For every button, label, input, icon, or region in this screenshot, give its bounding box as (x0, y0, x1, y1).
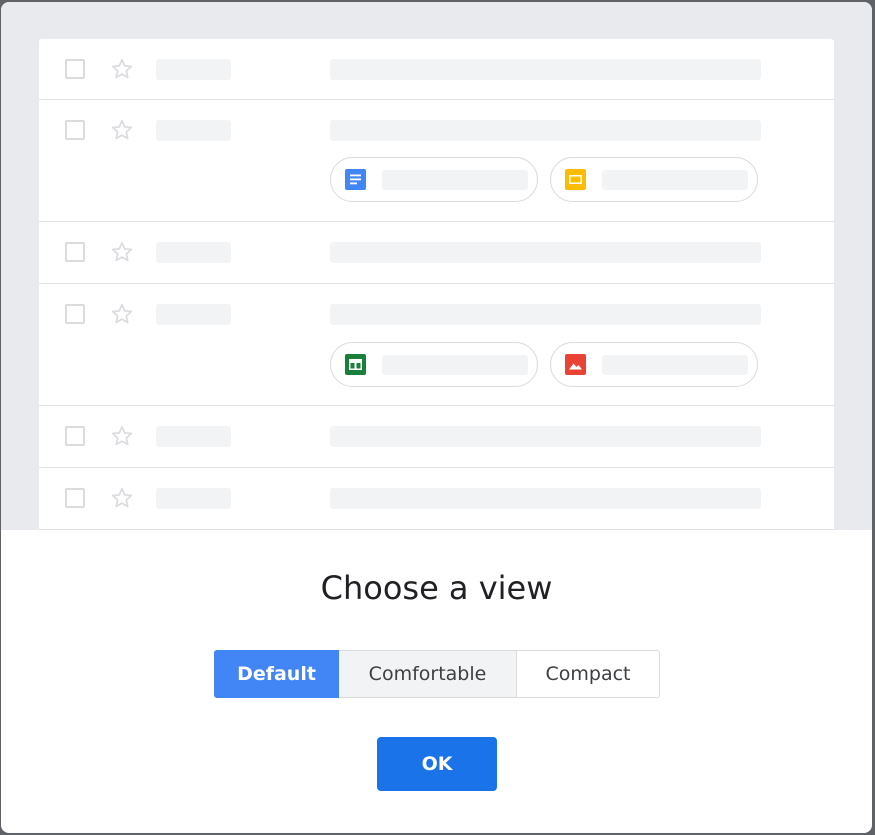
list-item (39, 39, 834, 100)
view-density-selector: Default Comfortable Compact (214, 650, 660, 698)
attachment-chip (550, 342, 758, 387)
sender-placeholder (156, 242, 231, 263)
star-icon (111, 241, 133, 262)
checkbox-icon (65, 426, 85, 446)
dialog-title: Choose a view (320, 569, 553, 607)
list-item (39, 284, 834, 406)
star-icon (111, 303, 133, 324)
choose-view-dialog: Choose a view Default Comfortable Compac… (1, 2, 872, 833)
slides-file-icon (565, 169, 586, 190)
star-icon (111, 119, 133, 140)
view-option-default[interactable]: Default (214, 650, 339, 698)
sender-placeholder (156, 59, 231, 80)
sender-placeholder (156, 488, 231, 509)
view-option-compact[interactable]: Compact (517, 650, 660, 698)
list-item (39, 222, 834, 284)
sender-placeholder (156, 426, 231, 447)
attachment-chip (330, 342, 538, 387)
star-icon (111, 58, 133, 79)
sheets-file-icon (345, 354, 366, 375)
attachment-chip (330, 157, 538, 202)
attachment-chip (550, 157, 758, 202)
star-icon (111, 487, 133, 508)
list-item (39, 100, 834, 222)
mail-list-preview (39, 39, 834, 530)
checkbox-icon (65, 59, 85, 79)
subject-placeholder (330, 304, 761, 325)
subject-placeholder (330, 242, 761, 263)
subject-placeholder (330, 120, 761, 141)
view-option-comfortable[interactable]: Comfortable (339, 650, 517, 698)
list-item (39, 406, 834, 468)
docs-file-icon (345, 169, 366, 190)
subject-placeholder (330, 59, 761, 80)
image-file-icon (565, 354, 586, 375)
list-item (39, 468, 834, 530)
checkbox-icon (65, 120, 85, 140)
ok-button[interactable]: OK (377, 737, 497, 791)
checkbox-icon (65, 242, 85, 262)
subject-placeholder (330, 488, 761, 509)
sender-placeholder (156, 304, 231, 325)
attachment-name-placeholder (382, 355, 528, 375)
checkbox-icon (65, 304, 85, 324)
sender-placeholder (156, 120, 231, 141)
subject-placeholder (330, 426, 761, 447)
attachment-name-placeholder (602, 170, 748, 190)
inbox-preview (1, 2, 872, 530)
attachment-name-placeholder (382, 170, 528, 190)
attachment-name-placeholder (602, 355, 748, 375)
checkbox-icon (65, 488, 85, 508)
star-icon (111, 425, 133, 446)
